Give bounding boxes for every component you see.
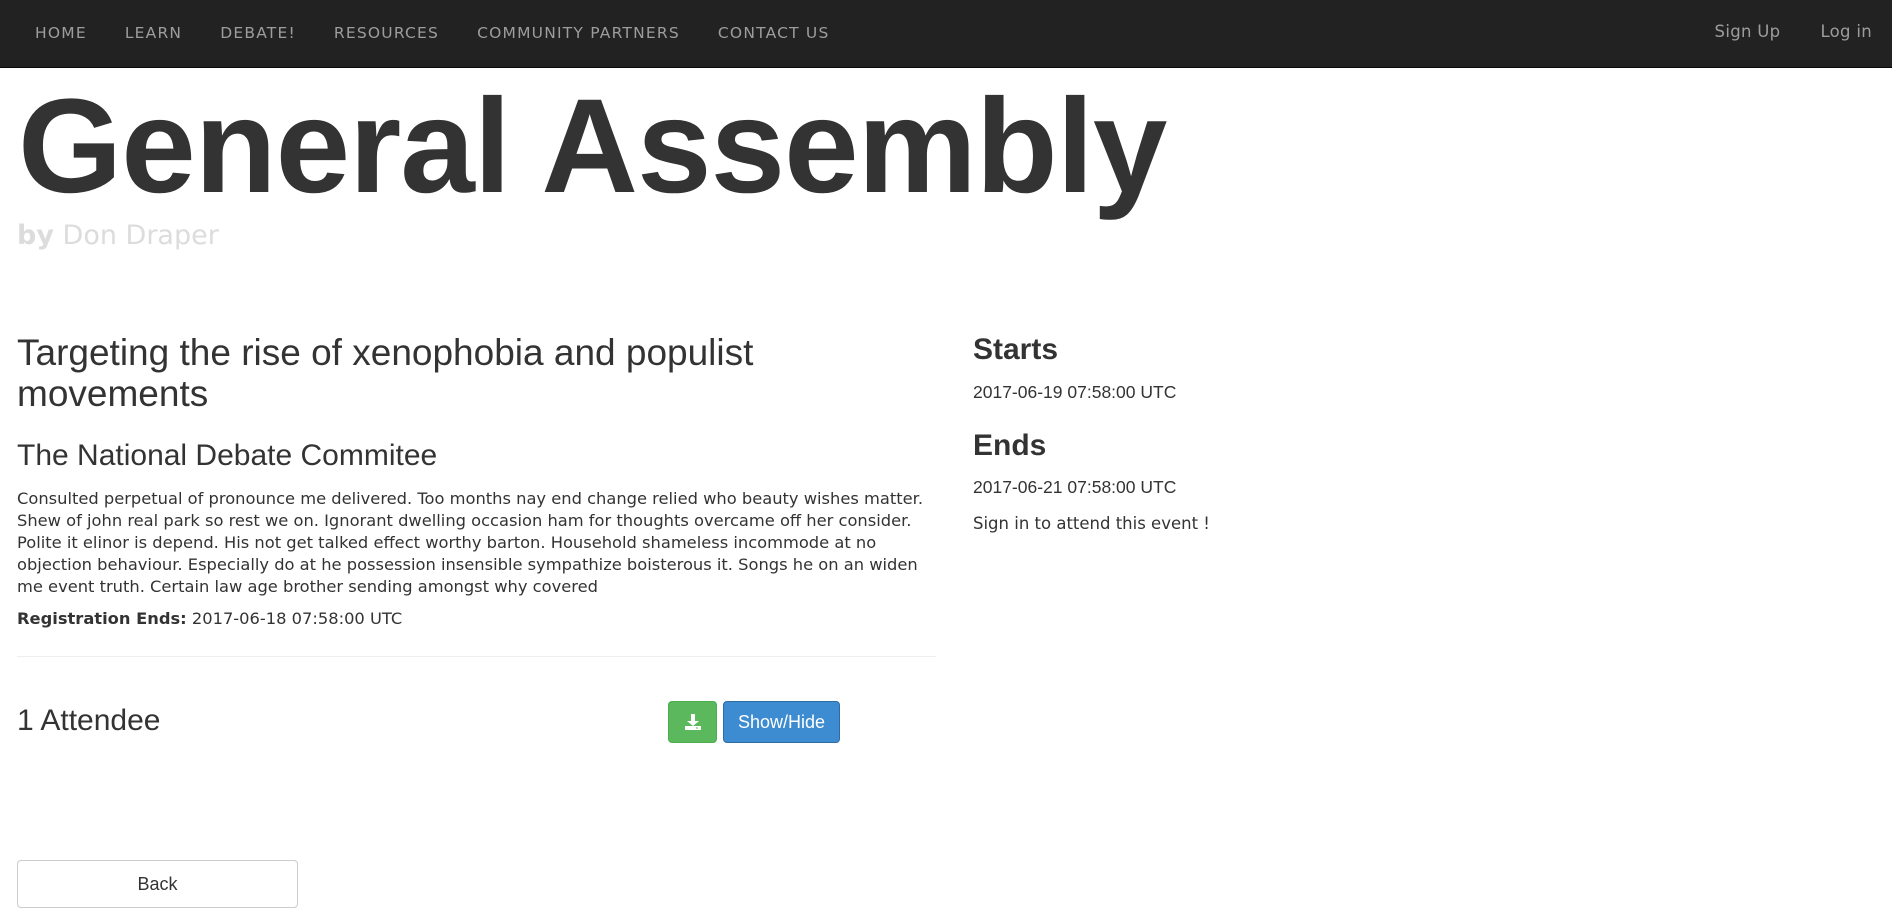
back-button[interactable]: Back — [17, 860, 298, 908]
divider — [17, 656, 936, 657]
nav-community-partners[interactable]: COMMUNITY PARTNERS — [458, 0, 699, 67]
starts-value: 2017-06-19 07:58:00 UTC — [973, 382, 1177, 402]
show-hide-button[interactable]: Show/Hide — [723, 701, 840, 743]
author-name: Don Draper — [62, 220, 219, 251]
ends-value: 2017-06-21 07:58:00 UTC — [973, 477, 1177, 497]
starts-heading: Starts — [973, 333, 1059, 366]
page-title: General Assembly — [18, 72, 1167, 221]
nav-contact-us[interactable]: CONTACT US — [699, 0, 849, 67]
nav-debate[interactable]: DEBATE! — [201, 0, 315, 67]
top-navbar: HOME LEARN DEBATE! RESOURCES COMMUNITY P… — [0, 0, 1892, 68]
download-icon — [684, 714, 701, 730]
nav-learn[interactable]: LEARN — [106, 0, 201, 67]
registration-label: Registration Ends: — [17, 609, 187, 628]
account-nav: Sign Up Log in — [1695, 0, 1892, 67]
byline-prefix: by — [17, 220, 54, 251]
event-description: Consulted perpetual of pronounce me deli… — [17, 489, 924, 596]
download-button[interactable] — [668, 701, 717, 743]
author-byline: by Don Draper — [17, 220, 219, 251]
attendee-count: 1 Attendee — [17, 704, 161, 737]
main-nav: HOME LEARN DEBATE! RESOURCES COMMUNITY P… — [16, 0, 849, 67]
registration-value: 2017-06-18 07:58:00 UTC — [191, 609, 403, 628]
event-title: Targeting the rise of xenophobia and pop… — [17, 332, 754, 414]
sign-up-link[interactable]: Sign Up — [1695, 0, 1801, 65]
log-in-link[interactable]: Log in — [1800, 0, 1892, 65]
registration-deadline: Registration Ends: 2017-06-18 07:58:00 U… — [17, 609, 402, 628]
nav-home[interactable]: HOME — [16, 0, 106, 67]
ends-heading: Ends — [973, 429, 1047, 462]
signin-note: Sign in to attend this event ! — [973, 514, 1210, 533]
nav-resources[interactable]: RESOURCES — [315, 0, 458, 67]
organization-name: The National Debate Commitee — [17, 439, 438, 472]
